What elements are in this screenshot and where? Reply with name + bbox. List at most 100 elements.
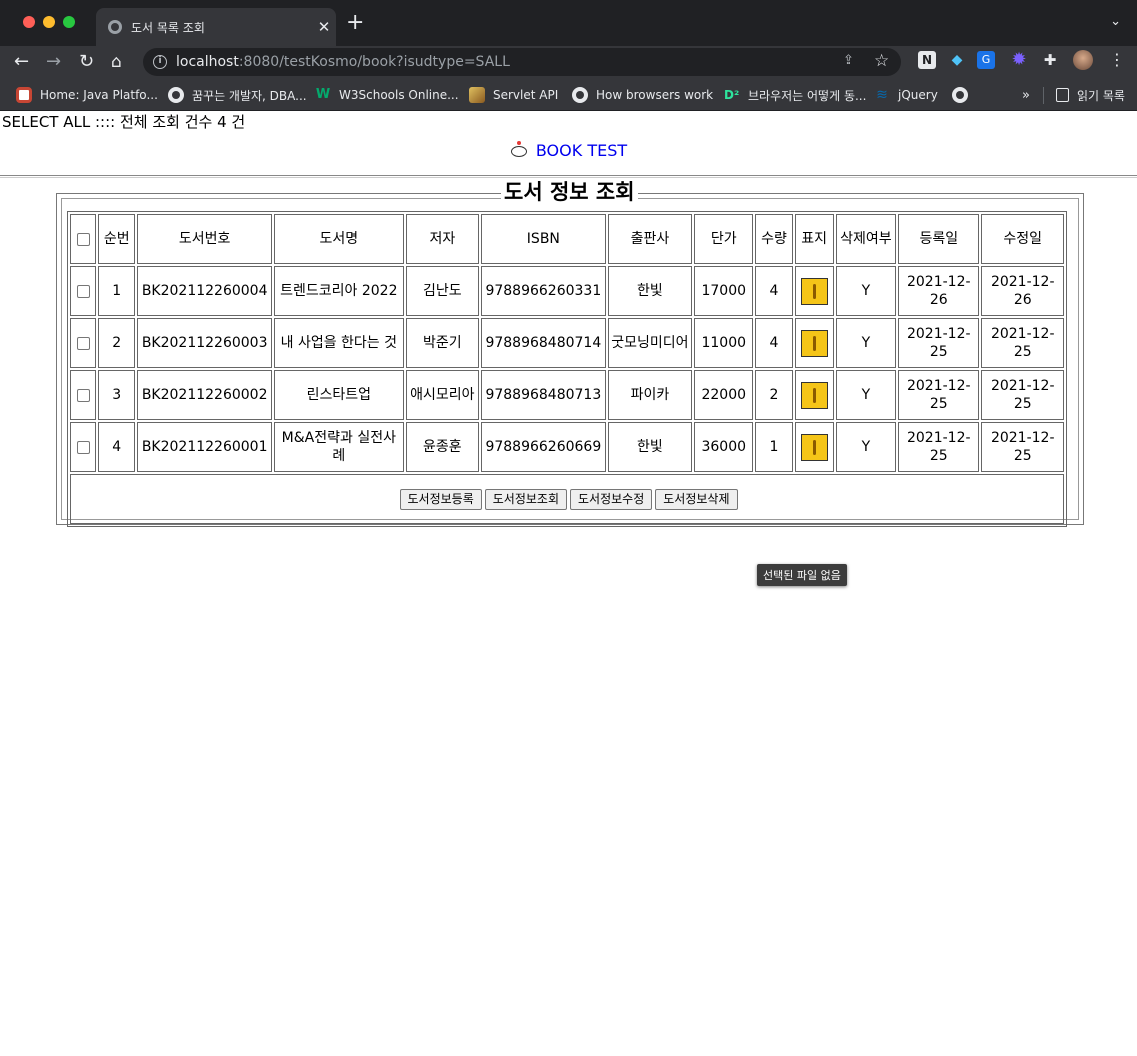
bookmark-item[interactable]: How browsers work [572, 85, 713, 105]
page-content: SELECT ALL :::: 전체 조회 건수 4 건 BOOK TEST 도… [0, 111, 1137, 1056]
profile-avatar[interactable] [1073, 50, 1093, 70]
new-tab-button[interactable]: + [346, 12, 364, 34]
maximize-window-button[interactable] [63, 16, 75, 28]
chevron-down-icon[interactable]: ⌄ [1110, 14, 1121, 29]
translate-extension-icon[interactable]: G [977, 51, 995, 69]
column-header: 순번 [98, 214, 136, 264]
bookmark-item[interactable]: D² 브라우저는 어떻게 동... [724, 85, 866, 105]
globe-icon [108, 20, 122, 34]
bookmark-label: Servlet API [493, 88, 559, 102]
cover-image[interactable] [800, 433, 828, 461]
fieldset-legend: 도서 정보 조회 [501, 180, 638, 204]
book-fieldset: 도서 정보 조회 순번 도서번호 도서명 저자 ISBN 출판사 단가 수량 표… [56, 180, 1084, 527]
globe-icon [952, 87, 968, 103]
bookmark-star-icon[interactable]: ☆ [874, 51, 889, 71]
row-checkbox[interactable] [76, 388, 90, 402]
book-test-header: BOOK TEST [0, 141, 1137, 167]
bookmark-item[interactable]: 꿈꾸는 개발자, DBA... [168, 85, 307, 105]
oracle-icon [16, 87, 32, 103]
close-tab-icon[interactable]: ✕ [312, 18, 336, 36]
bookmark-item[interactable]: W W3Schools Online... [315, 85, 459, 105]
cell-author: 박준기 [405, 318, 480, 368]
column-header: 삭제여부 [835, 214, 897, 264]
extensions-puzzle-icon[interactable]: ✚ [1041, 51, 1059, 69]
minimize-window-button[interactable] [43, 16, 55, 28]
share-icon[interactable]: ⇪ [843, 53, 854, 68]
update-book-button[interactable]: 도서정보수정 [570, 488, 653, 510]
row-checkbox[interactable] [76, 284, 90, 298]
row-checkbox-cell [70, 266, 97, 316]
select-all-checkbox[interactable] [76, 232, 90, 246]
file-tooltip: 선택된 파일 없음 [757, 564, 847, 586]
address-bar[interactable]: i localhost:8080/testKosmo/book?isudtype… [143, 48, 901, 76]
cover-image[interactable] [800, 381, 828, 409]
cell-publisher: 한빛 [607, 266, 693, 316]
cell-author: 애시모리아 [405, 370, 480, 420]
cell-price: 22000 [694, 370, 754, 420]
browser-tab[interactable]: 도서 목록 조회 ✕ [96, 8, 336, 46]
button-row: 도서정보등록 도서정보조회 도서정보수정 도서정보삭제 [70, 474, 1064, 524]
button-cell: 도서정보등록 도서정보조회 도서정보수정 도서정보삭제 [70, 474, 1064, 524]
back-button[interactable]: ← [14, 51, 29, 73]
bookmark-item[interactable]: Home: Java Platfo... [16, 85, 158, 105]
cell-price: 17000 [694, 266, 754, 316]
cell-publisher: 한빛 [607, 422, 693, 472]
bookmarks-bar: Home: Java Platfo... 꿈꾸는 개발자, DBA... W W… [0, 80, 1137, 111]
cell-qty: 4 [755, 266, 793, 316]
cell-author: 김난도 [405, 266, 480, 316]
divider [1043, 87, 1044, 104]
url-host: localhost [176, 54, 239, 70]
gear-extension-icon[interactable]: ✹ [1010, 51, 1028, 69]
select-book-button[interactable]: 도서정보조회 [484, 488, 567, 510]
cell-qty: 2 [755, 370, 793, 420]
cell-deleted: Y [835, 370, 897, 420]
reading-list-label[interactable]: 읽기 목록 [1077, 87, 1125, 104]
column-header: 표지 [794, 214, 834, 264]
url-text[interactable]: localhost:8080/testKosmo/book?isudtype=S… [176, 54, 510, 70]
bookmark-label: W3Schools Online... [339, 88, 459, 102]
row-checkbox[interactable] [76, 336, 90, 350]
globe-icon [168, 87, 184, 103]
column-header: 출판사 [607, 214, 693, 264]
cell-reg-date: 2021-12-25 [898, 370, 980, 420]
forward-button[interactable]: → [46, 51, 61, 73]
bookmark-item[interactable] [952, 85, 976, 105]
cell-no: 4 [98, 422, 136, 472]
table-row: 2 BK202112260003 내 사업을 한다는 것 박준기 9788968… [70, 318, 1064, 368]
row-checkbox-cell [70, 370, 97, 420]
cover-image[interactable] [800, 329, 828, 357]
bookmark-label: jQuery [898, 88, 938, 102]
gem-extension-icon[interactable]: ◆ [948, 51, 966, 69]
row-checkbox[interactable] [76, 440, 90, 454]
bookmark-item[interactable]: ≋ jQuery [874, 85, 938, 105]
cell-book-id: BK202112260002 [137, 370, 272, 420]
bookmark-item[interactable]: Servlet API [469, 85, 558, 105]
book-table: 순번 도서번호 도서명 저자 ISBN 출판사 단가 수량 표지 삭제여부 등록… [67, 211, 1067, 527]
close-window-button[interactable] [23, 16, 35, 28]
cell-deleted: Y [835, 318, 897, 368]
reload-button[interactable]: ↻ [79, 51, 94, 73]
book-test-link[interactable]: BOOK TEST [536, 141, 627, 160]
delete-book-button[interactable]: 도서정보삭제 [655, 488, 738, 510]
cell-no: 2 [98, 318, 136, 368]
row-checkbox-cell [70, 422, 97, 472]
cell-author: 윤종훈 [405, 422, 480, 472]
more-bookmarks-button[interactable]: » [1022, 88, 1030, 103]
cell-isbn: 9788966260669 [481, 422, 606, 472]
globe-icon [572, 87, 588, 103]
info-icon[interactable]: i [153, 55, 167, 69]
browser-menu-icon[interactable]: ⋮ [1109, 50, 1125, 69]
home-button[interactable]: ⌂ [111, 51, 122, 73]
column-header: ISBN [481, 214, 606, 264]
cover-image[interactable] [800, 277, 828, 305]
cell-qty: 4 [755, 318, 793, 368]
table-row: 1 BK202112260004 트렌드코리아 2022 김난도 9788966… [70, 266, 1064, 316]
notion-extension-icon[interactable]: N [918, 51, 936, 69]
reading-list-icon[interactable] [1056, 88, 1069, 102]
cell-price: 11000 [694, 318, 754, 368]
insert-book-button[interactable]: 도서정보등록 [399, 488, 482, 510]
cell-reg-date: 2021-12-25 [898, 422, 980, 472]
d2-icon: D² [724, 88, 740, 102]
bookmark-label: 브라우저는 어떻게 동... [748, 88, 867, 103]
bookmark-label: Home: Java Platfo... [40, 88, 158, 102]
